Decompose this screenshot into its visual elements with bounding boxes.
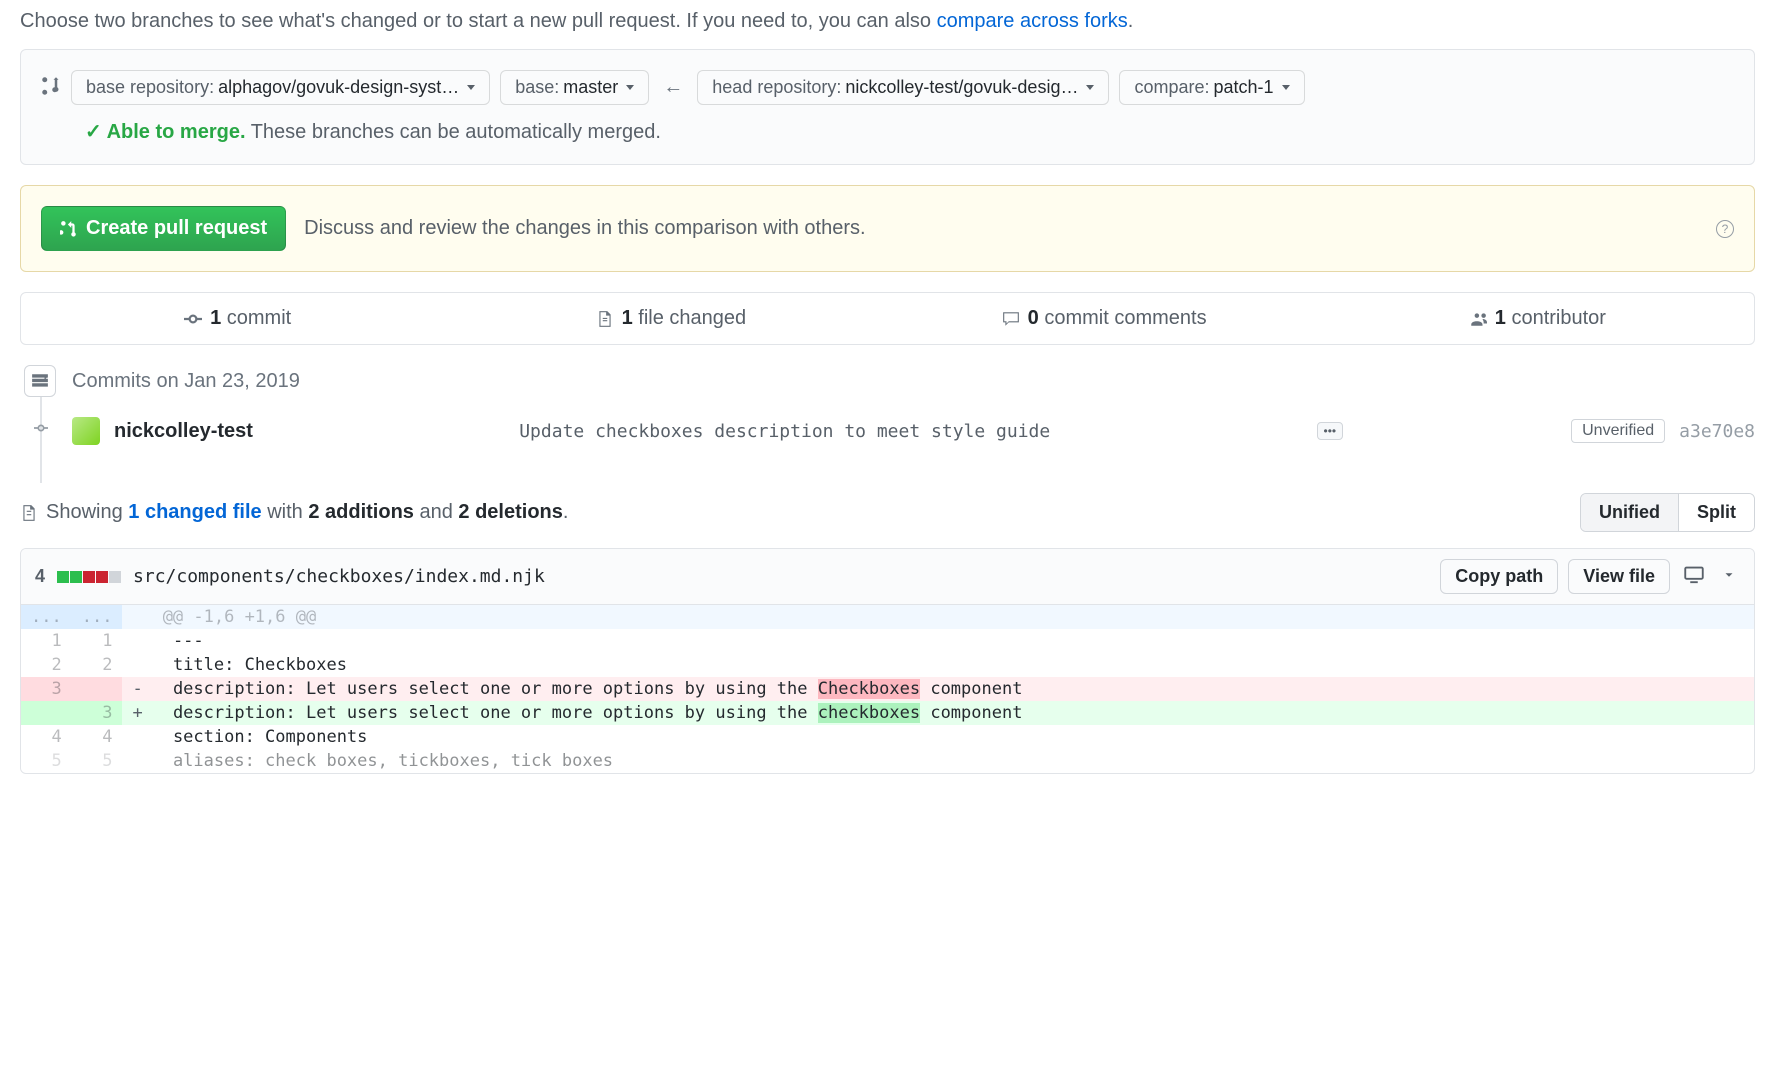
commit-sha-link[interactable]: a3e70e8 — [1679, 421, 1755, 442]
diff-line: 1 1 --- — [21, 629, 1754, 653]
expand-hunk-button[interactable]: ... — [21, 605, 72, 629]
create-pull-request-button[interactable]: Create pull request — [41, 206, 286, 251]
unverified-badge[interactable]: Unverified — [1571, 419, 1665, 443]
display-device-icon[interactable] — [1680, 561, 1708, 592]
diffstat-icon — [57, 571, 121, 583]
stat-files[interactable]: 1 file changed — [454, 293, 887, 344]
diff-line: 2 2 title: Checkboxes — [21, 653, 1754, 677]
diff-table: ... ... @@ -1,6 +1,6 @@ 1 1 --- 2 2 titl… — [21, 605, 1754, 773]
diff-line-deleted: 3 - description: Let users select one or… — [21, 677, 1754, 701]
chevron-down-icon — [626, 85, 634, 90]
commit-dot-icon — [34, 421, 48, 435]
file-diff-icon — [20, 504, 38, 522]
cta-description: Discuss and review the changes in this c… — [304, 217, 1698, 240]
check-icon: ✓ — [85, 121, 107, 143]
unified-view-button[interactable]: Unified — [1581, 494, 1678, 531]
file-diff-box: 4 src/components/checkboxes/index.md.njk… — [20, 548, 1755, 774]
stat-commits[interactable]: 1 commit — [21, 293, 454, 344]
commits-section: Commits on Jan 23, 2019 nickcolley-test … — [20, 365, 1755, 453]
comment-icon — [1002, 310, 1020, 328]
chevron-down-icon — [1282, 85, 1290, 90]
git-compare-icon — [41, 76, 61, 99]
stats-bar: 1 commit 1 file changed 0 commit comment… — [20, 292, 1755, 345]
file-diff-icon — [596, 310, 614, 328]
file-header: 4 src/components/checkboxes/index.md.njk… — [21, 549, 1754, 605]
view-file-button[interactable]: View file — [1568, 559, 1670, 594]
commits-date-header: Commits on Jan 23, 2019 — [72, 370, 300, 393]
compare-box: base repository: alphagov/govuk-design-s… — [20, 49, 1755, 165]
file-path[interactable]: src/components/checkboxes/index.md.njk — [133, 566, 1428, 587]
diff-summary: Showing 1 changed file with 2 additions … — [20, 501, 568, 524]
chevron-down-icon — [467, 85, 475, 90]
commit-row: nickcolley-test Update checkboxes descri… — [20, 409, 1755, 453]
commits-group-icon — [24, 365, 56, 397]
diff-line-added: 3 + description: Let users select one or… — [21, 701, 1754, 725]
commit-icon — [184, 310, 202, 328]
stat-comments[interactable]: 0 commit comments — [888, 293, 1321, 344]
base-repo-selector[interactable]: base repository: alphagov/govuk-design-s… — [71, 70, 490, 105]
diff-line: 4 4 section: Components — [21, 725, 1754, 749]
changes-count: 4 — [35, 566, 45, 587]
diff-line: 5 5 aliases: check boxes, tickboxes, tic… — [21, 749, 1754, 773]
commit-menu-button[interactable]: ••• — [1317, 422, 1344, 440]
help-icon[interactable]: ? — [1716, 220, 1734, 238]
intro-text: Choose two branches to see what's change… — [20, 0, 1755, 49]
commit-author-link[interactable]: nickcolley-test — [114, 420, 253, 443]
compare-branch-selector[interactable]: compare: patch-1 — [1119, 70, 1304, 105]
create-pr-box: Create pull request Discuss and review t… — [20, 185, 1755, 272]
diff-header: Showing 1 changed file with 2 additions … — [20, 493, 1755, 532]
people-icon — [1469, 310, 1487, 328]
chevron-down-icon[interactable] — [1718, 564, 1740, 589]
changed-files-link[interactable]: 1 changed file — [128, 501, 261, 523]
diff-view-toggle: Unified Split — [1580, 493, 1755, 532]
avatar[interactable] — [72, 417, 100, 445]
commit-message[interactable]: Update checkboxes description to meet st… — [267, 421, 1303, 442]
stat-contributors[interactable]: 1 contributor — [1321, 293, 1754, 344]
compare-forks-link[interactable]: compare across forks — [937, 10, 1128, 32]
merge-status-line: ✓ Able to merge. These branches can be a… — [85, 119, 1734, 144]
head-repo-selector[interactable]: head repository: nickcolley-test/govuk-d… — [697, 70, 1109, 105]
hunk-header-row: ... ... @@ -1,6 +1,6 @@ — [21, 605, 1754, 629]
split-view-button[interactable]: Split — [1678, 494, 1754, 531]
copy-path-button[interactable]: Copy path — [1440, 559, 1558, 594]
chevron-down-icon — [1086, 85, 1094, 90]
base-branch-selector[interactable]: base: master — [500, 70, 649, 105]
arrow-left-icon: ← — [659, 76, 687, 99]
git-pull-request-icon — [60, 220, 78, 238]
